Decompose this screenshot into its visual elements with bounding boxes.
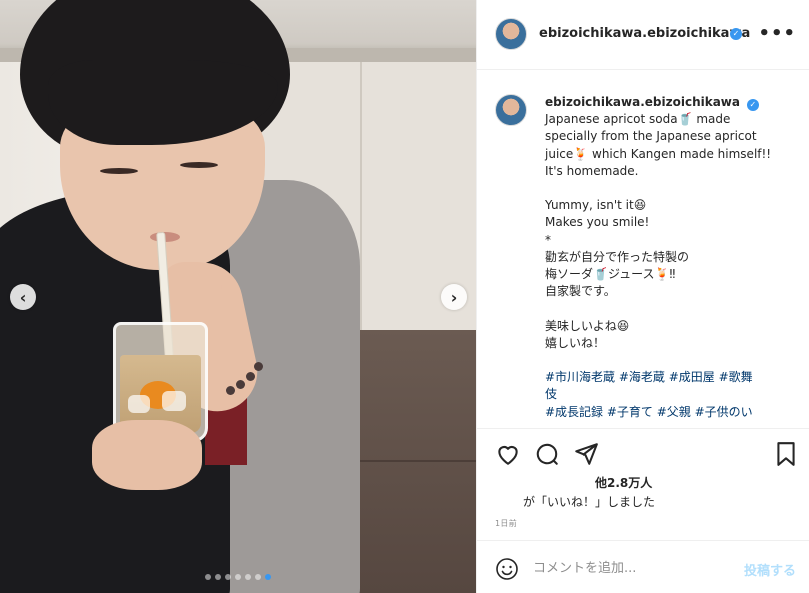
carousel-dot	[255, 574, 261, 580]
caption-line	[545, 180, 785, 197]
post-photo[interactable]: ‹ ›	[0, 0, 476, 593]
verified-badge-icon: ✓	[730, 28, 742, 40]
header-username[interactable]: ebizoichikawa.ebizoichikawa	[539, 26, 750, 41]
caption-line: 自家製です。	[545, 284, 616, 299]
carousel-dot	[215, 574, 221, 580]
comment-input[interactable]	[533, 556, 733, 580]
carousel-dot	[265, 574, 271, 580]
heart-icon[interactable]	[495, 441, 521, 467]
carousel-prev-button[interactable]: ‹	[10, 284, 36, 310]
caption-hashtags[interactable]: #市川海老蔵 #海老蔵 #成田屋 #歌舞	[545, 369, 785, 386]
caption-hashtags[interactable]: #成長記録 #子育て #父親 #子供のい	[545, 404, 785, 421]
caption-line	[545, 352, 785, 369]
caption-line: juice🍹 which Kangen made himself!!	[545, 146, 772, 161]
carousel-indicator	[0, 574, 476, 580]
post-side-panel: ebizoichikawa.ebizoichikawa ✓ ••• ebizoi…	[476, 0, 809, 593]
avatar[interactable]	[495, 18, 527, 50]
caption-line: 美味しいよね😆	[545, 318, 630, 333]
caption-line	[545, 300, 785, 317]
chevron-right-icon: ›	[450, 287, 458, 307]
caption-username[interactable]: ebizoichikawa.ebizoichikawa	[545, 95, 740, 109]
carousel-dot	[225, 574, 231, 580]
caption-line: It's homemade.	[545, 163, 639, 178]
carousel-dot	[245, 574, 251, 580]
chevron-left-icon: ‹	[19, 287, 27, 307]
caption-section: ebizoichikawa.ebizoichikawa ✓ Japanese a…	[477, 80, 809, 428]
caption-line: 梅ソーダ🥤ジュース🍹‼︎	[545, 267, 676, 282]
eye	[100, 168, 138, 174]
caption-line: *	[545, 232, 551, 247]
timestamp[interactable]: 1日前	[495, 518, 517, 529]
bookmark-icon[interactable]	[773, 441, 799, 467]
comment-bar: 投稿する	[477, 540, 809, 593]
comment-icon[interactable]	[534, 441, 560, 467]
action-bar: 他2.8万人 が「いいね！」しました 1日前	[477, 428, 809, 548]
caption-line: 嬉しいね！	[545, 335, 606, 350]
caption-line: Japanese apricot soda🥤 made	[545, 112, 731, 127]
likes-text: が「いいね！」しました	[523, 495, 656, 509]
eye	[180, 162, 218, 168]
more-horizontal-icon[interactable]: •••	[758, 23, 796, 44]
caption-line: 勸玄が自分で作った特製の	[545, 249, 690, 264]
post-comment-button[interactable]: 投稿する	[744, 560, 796, 579]
share-icon[interactable]	[573, 441, 599, 467]
smiley-face-icon[interactable]	[495, 557, 519, 581]
carousel-dot	[235, 574, 241, 580]
carousel-next-button[interactable]: ›	[441, 284, 467, 310]
post-header: ebizoichikawa.ebizoichikawa ✓ •••	[477, 0, 809, 70]
verified-badge-icon: ✓	[746, 99, 759, 111]
caption-line: Yummy, isn't it😆	[545, 198, 647, 213]
cabinet-door	[360, 62, 476, 362]
carousel-dot	[205, 574, 211, 580]
caption-line: specially from the Japanese apricot	[545, 129, 757, 144]
caption-line: Makes you smile!	[545, 215, 650, 230]
caption: ebizoichikawa.ebizoichikawa ✓ Japanese a…	[545, 94, 785, 421]
caption-hashtags[interactable]: 伎	[545, 386, 785, 403]
left-hand	[92, 420, 202, 490]
avatar[interactable]	[495, 94, 527, 126]
likes-count[interactable]: 他2.8万人	[595, 474, 652, 491]
